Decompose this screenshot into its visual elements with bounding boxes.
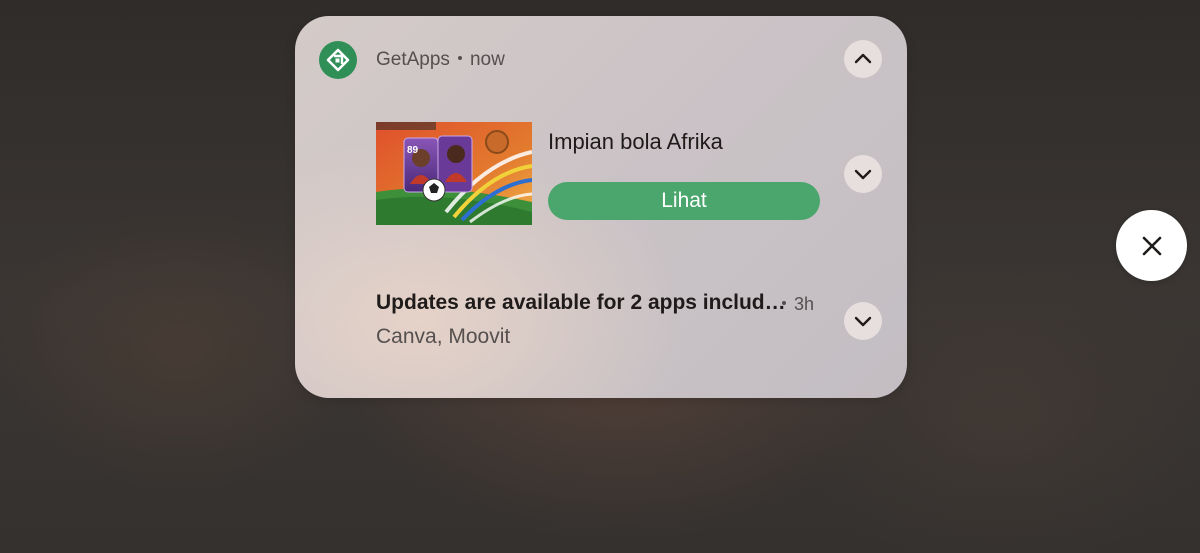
thumbnail-rating: 89 bbox=[407, 145, 419, 156]
update-timestamp: 3h bbox=[794, 294, 815, 314]
separator-dot bbox=[457, 55, 462, 60]
collapse-button[interactable] bbox=[844, 40, 882, 78]
separator-dot bbox=[782, 301, 786, 306]
notification-header: GetApps now bbox=[376, 49, 505, 71]
close-icon bbox=[1142, 236, 1161, 255]
chevron-down-icon bbox=[854, 316, 872, 327]
chevron-up-icon bbox=[854, 53, 872, 64]
update-subtitle: Canva, Moovit bbox=[376, 325, 511, 348]
expand-update-button[interactable] bbox=[844, 302, 882, 340]
chevron-down-icon bbox=[854, 169, 872, 180]
promo-thumbnail[interactable]: 89 bbox=[376, 122, 532, 225]
expand-promo-button[interactable] bbox=[844, 155, 882, 193]
getapps-logo-icon bbox=[319, 41, 357, 79]
lihat-button[interactable]: Lihat bbox=[548, 182, 820, 220]
app-name: GetApps bbox=[376, 49, 450, 70]
promo-title: Impian bola Afrika bbox=[548, 129, 723, 154]
dismiss-button[interactable] bbox=[1116, 210, 1187, 281]
notification-card[interactable]: GetApps now 89 Impian bola Afrika Lihat … bbox=[295, 16, 907, 398]
update-time: 3h bbox=[782, 294, 814, 315]
header-timestamp: now bbox=[469, 49, 505, 70]
update-title: Updates are available for 2 apps includ… bbox=[376, 291, 786, 314]
